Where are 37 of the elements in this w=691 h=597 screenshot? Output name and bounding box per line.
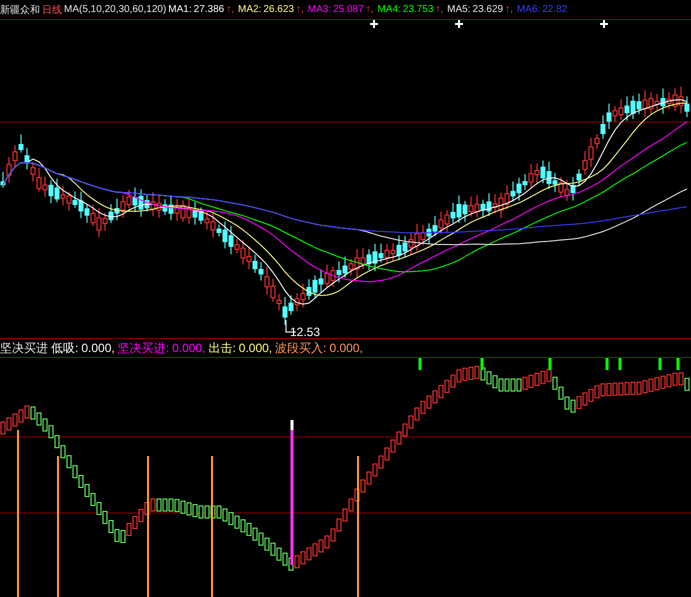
indicator-label: 坚决买进: [118, 340, 170, 356]
indicator-title: 坚决买进 [0, 340, 48, 356]
ma-label: MA5: [447, 4, 471, 15]
ma-arrow: ↑, [226, 4, 234, 15]
ma-params: MA(5,10,20,30,60,120) [64, 4, 166, 15]
signal-tick [548, 358, 552, 370]
stock-name: 新疆众和 [0, 4, 40, 16]
ma-value: 27.386 [194, 4, 224, 15]
indicator-label: 低吸: [51, 340, 78, 356]
ma-arrow: ↑, [505, 4, 513, 15]
ma-label: MA6: [516, 4, 540, 15]
signal-tick [418, 358, 422, 370]
signal-tick [658, 358, 662, 370]
ma-arrow: ↑, [435, 4, 444, 15]
ma-label: MA1: [168, 4, 192, 15]
period-label: 日线 [42, 4, 62, 16]
ma-label: MA2: [238, 4, 262, 15]
ma-value: 23.753 [402, 4, 434, 15]
ma-value: 25.087 [333, 4, 364, 15]
signal-tick [618, 358, 622, 370]
ma-arrow: ↑, [366, 4, 374, 15]
ma-label: MA3: [308, 4, 332, 15]
signal-tick [480, 358, 484, 370]
indicator-value: 0.000, [330, 341, 363, 355]
indicator-label: 波段买入: [275, 340, 326, 356]
indicator-label: 出击: [208, 340, 236, 356]
ma-value: 23.629 [472, 4, 504, 15]
ma-value: 26.623 [263, 4, 294, 15]
low-price-label: 12.53 [290, 325, 320, 338]
indicator-value: 0.000, [81, 341, 115, 355]
ma-label: MA4: [377, 4, 401, 15]
signal-tick [606, 358, 608, 370]
ma-arrow: ↑, [296, 4, 304, 15]
indicator-value: 0.000, [238, 341, 272, 355]
signal-tick [676, 358, 680, 370]
ma-value: 22.82 [542, 4, 568, 15]
indicator-value: 0.000, [172, 341, 206, 355]
